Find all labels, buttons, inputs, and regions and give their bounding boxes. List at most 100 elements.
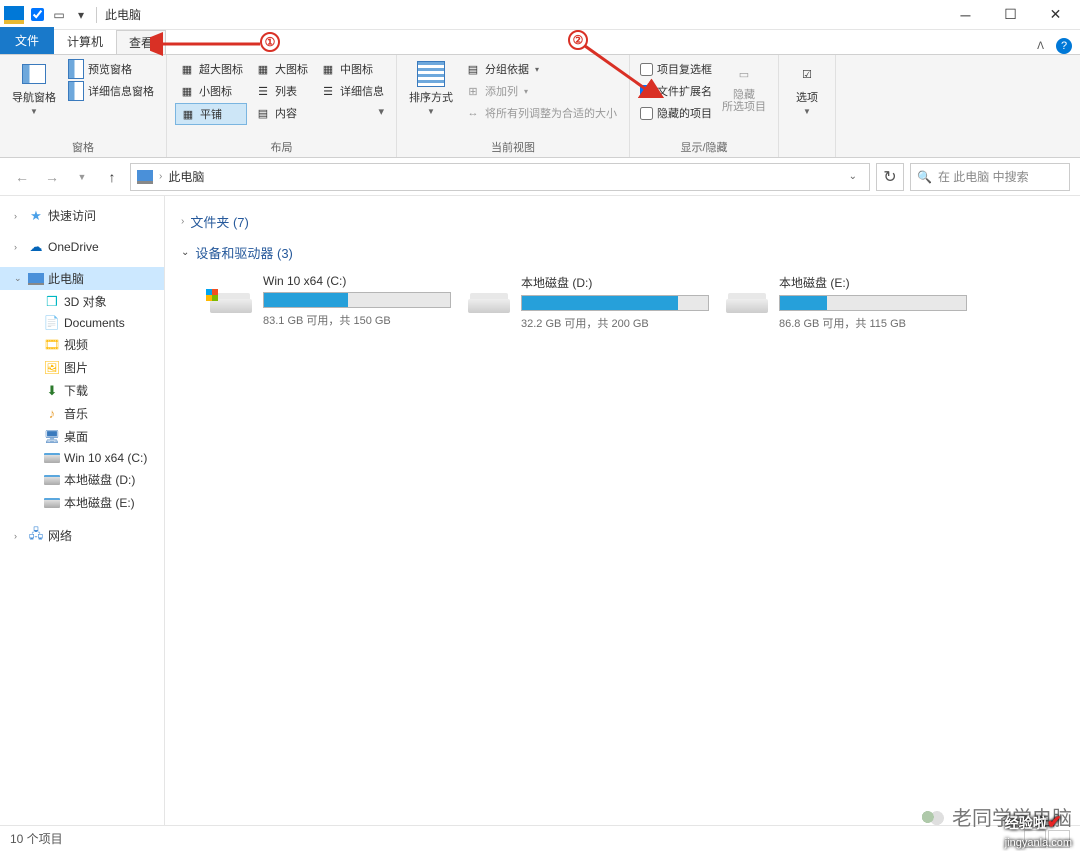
groupby-button[interactable]: ▤分组依据▾: [461, 59, 621, 79]
refresh-button[interactable]: ↻: [876, 163, 904, 191]
search-box[interactable]: 🔍 在 此电脑 中搜索: [910, 163, 1070, 191]
layout-tile[interactable]: ▦平铺: [175, 103, 247, 125]
ribbon-group-panes: 导航窗格 ▼ 预览窗格 详细信息窗格 窗格: [0, 55, 167, 157]
drive-bar: [521, 295, 709, 311]
drive-bar: [263, 292, 451, 308]
checkbox-itemcheckboxes[interactable]: 项目复选框: [638, 59, 714, 79]
layout-details[interactable]: ☰详细信息: [316, 81, 388, 101]
annotation-number-2: ②: [568, 30, 588, 50]
tree-onedrive[interactable]: ›☁OneDrive: [0, 237, 164, 257]
minimize-button[interactable]: ─: [943, 0, 988, 30]
pc-icon: [137, 170, 153, 184]
layout-md[interactable]: ▦中图标: [316, 59, 388, 79]
drive-icon: [465, 286, 513, 326]
up-button[interactable]: ↑: [100, 165, 124, 189]
tree-desktop[interactable]: ›🖥桌面: [0, 425, 164, 448]
section-folders[interactable]: ›文件夹 (7): [181, 206, 1064, 237]
wechat-icon: [920, 806, 946, 828]
section-drives[interactable]: ⌄设备和驱动器 (3): [181, 237, 1064, 268]
tree-3d[interactable]: ›❒3D 对象: [0, 290, 164, 313]
layout-content[interactable]: ▤内容: [251, 103, 312, 123]
tab-file[interactable]: 文件: [0, 27, 54, 54]
ribbon-group-options: ☑ 选项 ▼: [779, 55, 836, 157]
qat-checkbox[interactable]: [26, 4, 48, 26]
tree-quick-access[interactable]: ›★快速访问: [0, 204, 164, 227]
tree-drive-d[interactable]: ›本地磁盘 (D:): [0, 468, 164, 491]
checkbox-hidden[interactable]: 隐藏的项目: [638, 103, 714, 123]
watermark-site: 经验啦✔jingyanla.com: [1005, 812, 1072, 849]
address-bar: ← → ▼ ↑ › 此电脑 ⌄ ↻ 🔍 在 此电脑 中搜索: [0, 158, 1080, 196]
layout-lg[interactable]: ▦大图标: [251, 59, 312, 79]
addcol-button: ⊞添加列▾: [461, 81, 621, 101]
help-icon[interactable]: ?: [1056, 38, 1072, 54]
drive-icon: [207, 286, 255, 326]
panes-group-label: 窗格: [8, 137, 158, 155]
status-bar: 10 个项目: [0, 825, 1080, 851]
body: ›★快速访问 ›☁OneDrive ⌄此电脑 ›❒3D 对象 ›📄Documen…: [0, 196, 1080, 825]
drive-free: 86.8 GB 可用，共 115 GB: [779, 315, 967, 331]
qat-dropdown[interactable]: ▾: [70, 4, 92, 26]
qat-properties[interactable]: ▭: [48, 4, 70, 26]
collapse-ribbon-button[interactable]: ᐱ: [1029, 39, 1052, 54]
back-button[interactable]: ←: [10, 165, 34, 189]
layout-more[interactable]: ▾: [316, 103, 388, 120]
maximize-button[interactable]: ☐: [988, 0, 1033, 30]
content-area[interactable]: ›文件夹 (7) ⌄设备和驱动器 (3) Win 10 x64 (C:) 83.…: [165, 196, 1080, 825]
drive-free: 32.2 GB 可用，共 200 GB: [521, 315, 709, 331]
tab-computer[interactable]: 计算机: [54, 29, 116, 54]
layout-group-label: 布局: [175, 137, 388, 155]
drive-item[interactable]: 本地磁盘 (E:) 86.8 GB 可用，共 115 GB: [723, 274, 967, 331]
window-title: 此电脑: [105, 6, 141, 23]
options-button[interactable]: ☑ 选项 ▼: [787, 59, 827, 118]
annotation-number-1: ①: [260, 32, 280, 52]
address-dropdown[interactable]: ⌄: [843, 171, 863, 182]
title-bar: ▭ ▾ 此电脑 ─ ☐ ✕: [0, 0, 1080, 30]
address-box[interactable]: › 此电脑 ⌄: [130, 163, 870, 191]
ribbon: 导航窗格 ▼ 预览窗格 详细信息窗格 窗格 ▦超大图标 ▦小图标 ▦平铺 ▦大图…: [0, 54, 1080, 158]
tree-music[interactable]: ›♪音乐: [0, 402, 164, 425]
currentview-group-label: 当前视图: [405, 137, 621, 155]
tree-docs[interactable]: ›📄Documents: [0, 313, 164, 333]
ribbon-tabs: 文件 计算机 查看 ᐱ ?: [0, 30, 1080, 54]
status-itemcount: 10 个项目: [10, 830, 63, 847]
tree-this-pc[interactable]: ⌄此电脑: [0, 267, 164, 290]
divider: [96, 7, 97, 23]
drive-free: 83.1 GB 可用，共 150 GB: [263, 312, 451, 328]
layout-list[interactable]: ☰列表: [251, 81, 312, 101]
drive-item[interactable]: Win 10 x64 (C:) 83.1 GB 可用，共 150 GB: [207, 274, 451, 331]
hide-selected-button: ▭ 隐藏 所选项目: [718, 59, 770, 115]
fitcol-button: ↔将所有列调整为合适的大小: [461, 103, 621, 123]
sort-button[interactable]: 排序方式 ▼: [405, 59, 457, 118]
tree-pics[interactable]: ›🖼图片: [0, 356, 164, 379]
tree-network[interactable]: ›🖧网络: [0, 524, 164, 547]
drive-item[interactable]: 本地磁盘 (D:) 32.2 GB 可用，共 200 GB: [465, 274, 709, 331]
app-icon: [4, 6, 24, 24]
chevron-right-icon: ›: [159, 171, 162, 182]
drive-icon: [723, 286, 771, 326]
preview-pane-button[interactable]: 预览窗格: [64, 59, 158, 79]
tree-drive-c[interactable]: ›Win 10 x64 (C:): [0, 448, 164, 468]
layout-xl[interactable]: ▦超大图标: [175, 59, 247, 79]
showhide-group-label: 显示/隐藏: [638, 137, 770, 155]
ribbon-group-showhide: 项目复选框 文件扩展名 隐藏的项目 ▭ 隐藏 所选项目 显示/隐藏: [630, 55, 779, 157]
checkbox-extensions[interactable]: 文件扩展名: [638, 81, 714, 101]
search-icon: 🔍: [917, 170, 932, 184]
forward-button[interactable]: →: [40, 165, 64, 189]
drive-name: 本地磁盘 (E:): [779, 274, 967, 291]
drive-name: Win 10 x64 (C:): [263, 274, 451, 288]
ribbon-group-layout: ▦超大图标 ▦小图标 ▦平铺 ▦大图标 ☰列表 ▤内容 ▦中图标 ☰详细信息 ▾…: [167, 55, 397, 157]
layout-sm[interactable]: ▦小图标: [175, 81, 247, 101]
recent-button[interactable]: ▼: [70, 165, 94, 189]
tree-downloads[interactable]: ›⬇下载: [0, 379, 164, 402]
search-placeholder: 在 此电脑 中搜索: [938, 168, 1029, 185]
nav-pane-button[interactable]: 导航窗格 ▼: [8, 59, 60, 118]
tree-drive-e[interactable]: ›本地磁盘 (E:): [0, 491, 164, 514]
details-pane-button[interactable]: 详细信息窗格: [64, 81, 158, 101]
navigation-tree[interactable]: ›★快速访问 ›☁OneDrive ⌄此电脑 ›❒3D 对象 ›📄Documen…: [0, 196, 165, 825]
close-button[interactable]: ✕: [1033, 0, 1078, 30]
tab-view[interactable]: 查看: [116, 30, 166, 54]
breadcrumb[interactable]: 此电脑: [168, 168, 204, 185]
drive-name: 本地磁盘 (D:): [521, 274, 709, 291]
tree-videos[interactable]: ›🎞视频: [0, 333, 164, 356]
ribbon-group-currentview: 排序方式 ▼ ▤分组依据▾ ⊞添加列▾ ↔将所有列调整为合适的大小 当前视图: [397, 55, 630, 157]
